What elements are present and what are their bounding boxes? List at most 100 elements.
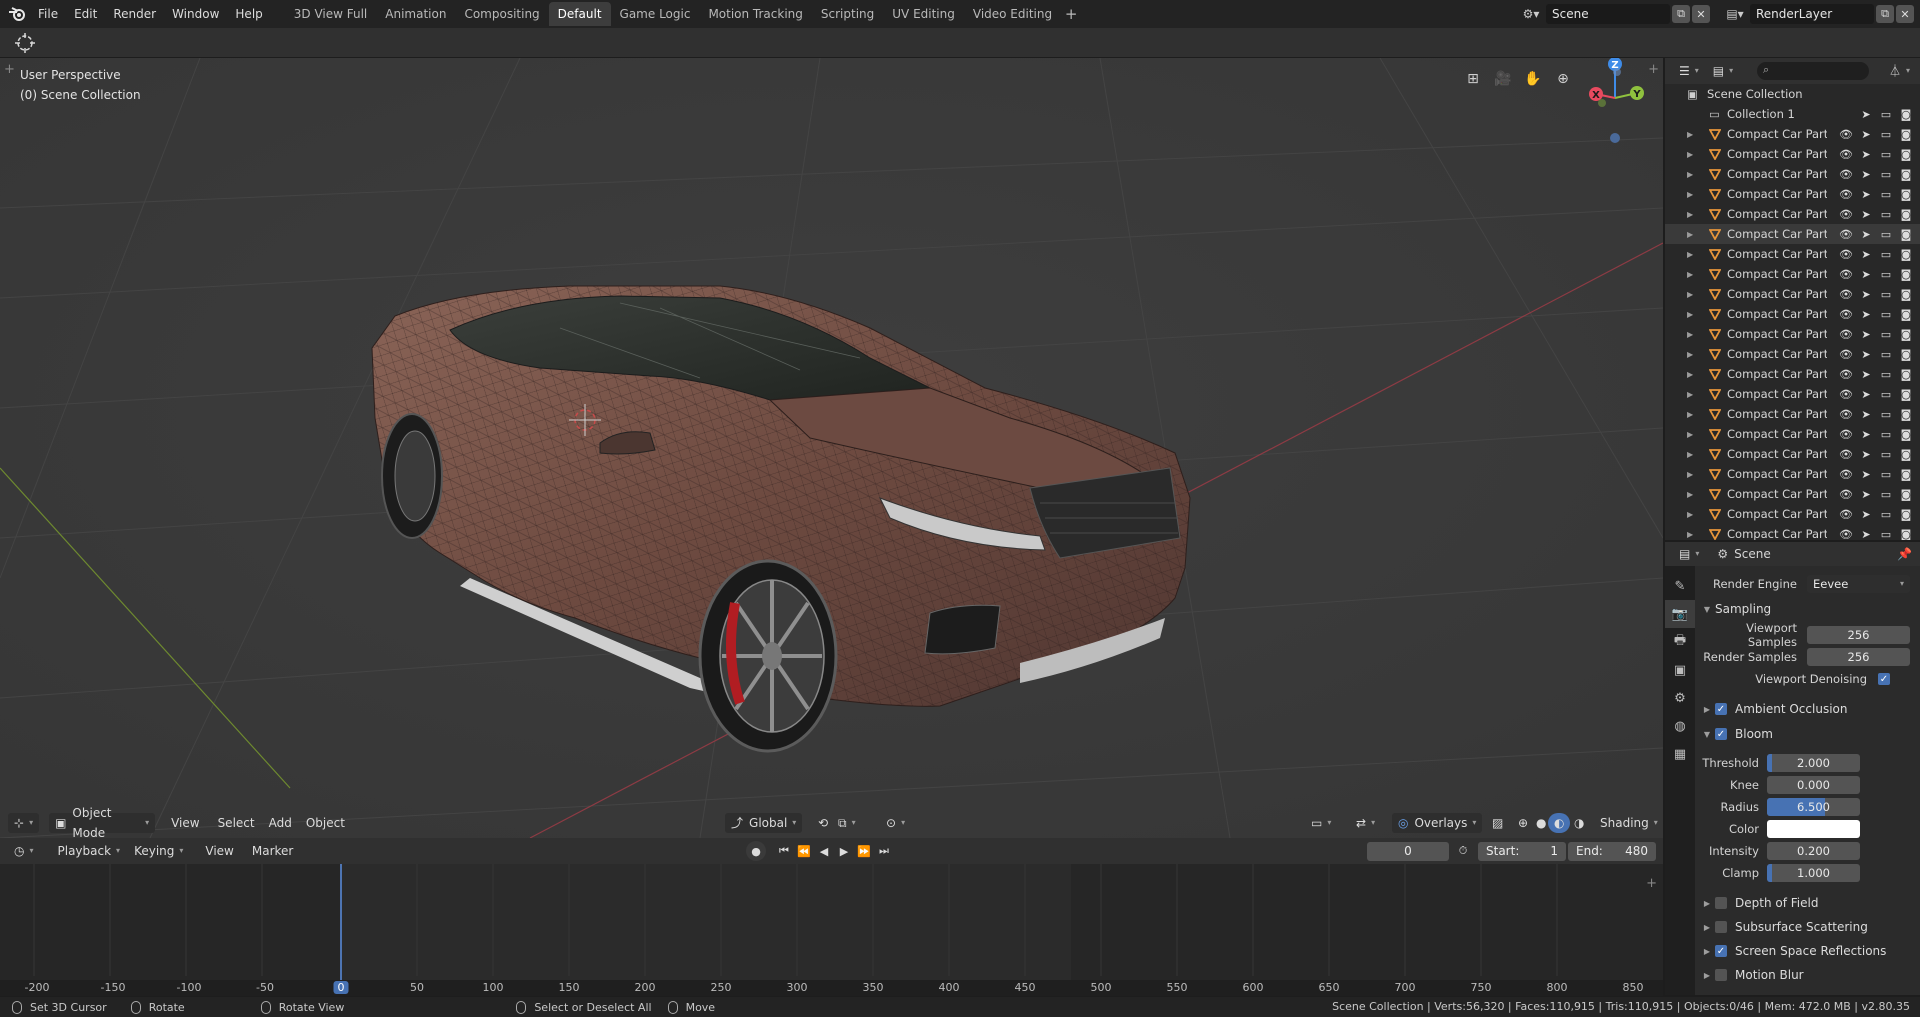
tab-output-icon[interactable]: 🖶 [1665, 628, 1695, 656]
selectable-arrow-icon[interactable]: ➤ [1856, 488, 1876, 501]
visibility-eye-icon[interactable]: 👁 [1836, 508, 1856, 521]
tab-world-icon[interactable]: ◍ [1665, 712, 1695, 740]
selectable-arrow-icon[interactable]: ➤ [1856, 348, 1876, 361]
visibility-eye-icon[interactable]: 👁 [1836, 168, 1856, 181]
render-camera-icon[interactable]: ◙ [1896, 308, 1916, 321]
shading-rendered-icon[interactable]: ◑ [1568, 813, 1590, 833]
viewport-monitor-icon[interactable]: ▭ [1876, 248, 1896, 261]
selectable-arrow-icon[interactable]: ➤ [1856, 328, 1876, 341]
expand-arrow-icon[interactable]: ▶ [1687, 530, 1693, 539]
viewport-monitor-icon[interactable]: ▭ [1876, 428, 1896, 441]
ambient-occlusion-section[interactable]: ▶ ✓ Ambient Occlusion [1695, 698, 1920, 720]
expand-arrow-icon[interactable]: ▶ [1687, 170, 1693, 179]
subsurface-checkbox[interactable] [1715, 921, 1727, 933]
viewport-menu-select[interactable]: Select [212, 813, 261, 833]
threshold-slider[interactable]: 2.000 [1767, 754, 1860, 772]
outliner-object-row[interactable]: ▶ Compact Car Part.01 👁➤▭◙ [1665, 264, 1920, 284]
render-camera-icon[interactable]: ◙ [1896, 188, 1916, 201]
visibility-eye-icon[interactable]: 👁 [1836, 528, 1856, 541]
visibility-eye-icon[interactable]: 👁 [1836, 288, 1856, 301]
render-camera-icon[interactable]: ◙ [1896, 348, 1916, 361]
visibility-eye-icon[interactable]: 👁 [1836, 308, 1856, 321]
timeline-area[interactable]: + -200 -150 -100 -50 0 50 100 150 200 250 300 350 40… [0, 864, 1663, 996]
render-camera-icon[interactable]: ◙ [1896, 408, 1916, 421]
menu-help[interactable]: Help [227, 1, 270, 27]
expand-arrow-icon[interactable]: ▶ [1687, 410, 1693, 419]
render-camera-icon[interactable]: ◙ [1896, 368, 1916, 381]
visibility-eye-icon[interactable]: 👁 [1836, 148, 1856, 161]
render-camera-icon[interactable]: ◙ [1896, 528, 1916, 541]
object-mode-dropdown[interactable]: ▣ Object Mode ▾ [49, 806, 156, 840]
pan-hand-icon[interactable]: ✋ [1520, 66, 1546, 92]
outliner-object-row[interactable]: ▶ Compact Car Part.04 👁➤▭◙ [1665, 504, 1920, 524]
3d-viewport[interactable]: User Perspective (0) Scene Collection + … [0, 58, 1663, 838]
delete-scene-icon[interactable]: ✕ [1692, 5, 1710, 23]
expand-arrow-icon[interactable]: ▶ [1687, 510, 1693, 519]
selectable-arrow-icon[interactable]: ➤ [1856, 108, 1876, 121]
outliner-object-row[interactable]: ▶ Compact Car Part.03 👁➤▭◙ [1665, 424, 1920, 444]
selectable-arrow-icon[interactable]: ➤ [1856, 148, 1876, 161]
expand-arrow-icon[interactable]: ▶ [1687, 350, 1693, 359]
shading-dropdown[interactable]: Shading ▾ [1594, 813, 1664, 833]
timeline-menu-keying[interactable]: Keying ▾ [128, 841, 189, 861]
visibility-eye-icon[interactable]: 👁 [1836, 248, 1856, 261]
intensity-slider[interactable]: 0.200 [1767, 842, 1860, 860]
scene-browse-icon[interactable]: ⚙▾ [1516, 3, 1546, 25]
selectable-arrow-icon[interactable]: ➤ [1856, 248, 1876, 261]
selectable-arrow-icon[interactable]: ➤ [1856, 428, 1876, 441]
selectable-arrow-icon[interactable]: ➤ [1856, 448, 1876, 461]
camera-view-icon[interactable]: 🎥 [1490, 66, 1516, 92]
expand-arrow-icon[interactable]: ▶ [1687, 330, 1693, 339]
viewport-monitor-icon[interactable]: ▭ [1876, 408, 1896, 421]
editor-type-button[interactable]: ⊹ ▾ [8, 813, 40, 833]
current-frame-field[interactable]: 0 [1367, 842, 1449, 861]
visibility-eye-icon[interactable]: 👁 [1836, 188, 1856, 201]
render-camera-icon[interactable]: ◙ [1896, 148, 1916, 161]
viewport-samples-field[interactable]: 256 [1807, 626, 1910, 644]
selectable-arrow-icon[interactable]: ➤ [1856, 468, 1876, 481]
tab-tool-icon[interactable]: ✎ [1665, 572, 1695, 600]
selectable-arrow-icon[interactable]: ➤ [1856, 508, 1876, 521]
color-swatch[interactable] [1767, 820, 1860, 838]
render-camera-icon[interactable]: ◙ [1896, 488, 1916, 501]
jump-start-icon[interactable]: ⏮ [774, 841, 794, 861]
visibility-eye-icon[interactable]: 👁 [1836, 448, 1856, 461]
tab-animation[interactable]: Animation [376, 2, 455, 26]
bloom-section[interactable]: ▼ ✓ Bloom [1695, 723, 1920, 745]
outliner-search-input[interactable]: ⌕ [1757, 62, 1869, 80]
new-scene-icon[interactable]: ⧉ [1672, 5, 1690, 23]
selectable-arrow-icon[interactable]: ➤ [1856, 368, 1876, 381]
viewport-monitor-icon[interactable]: ▭ [1876, 128, 1896, 141]
timeline-menu-playback[interactable]: Playback ▾ [52, 841, 127, 861]
sampling-section[interactable]: ▼ Sampling [1695, 598, 1920, 620]
render-samples-field[interactable]: 256 [1807, 648, 1910, 666]
viewport-monitor-icon[interactable]: ▭ [1876, 188, 1896, 201]
transform-orientation-dropdown[interactable]: ⤴ Global ▾ [725, 813, 803, 833]
menu-file[interactable]: File [30, 1, 66, 27]
viewport-menu-object[interactable]: Object [300, 813, 351, 833]
record-icon[interactable]: ● [746, 841, 766, 861]
outliner-object-row[interactable]: ▶ Compact Car Part.01 👁➤▭◙ [1665, 224, 1920, 244]
view-object-types-icon[interactable]: ▭ ▾ [1305, 813, 1337, 833]
expand-arrow-icon[interactable]: ▶ [1687, 210, 1693, 219]
expand-arrow-icon[interactable]: ▶ [1687, 450, 1693, 459]
outliner-object-row[interactable]: ▶ Compact Car Part.03 👁➤▭◙ [1665, 484, 1920, 504]
outliner-object-row[interactable]: ▶ Compact Car Part.01 👁➤▭◙ [1665, 204, 1920, 224]
pin-icon[interactable]: 📌 [1897, 547, 1912, 561]
outliner-object-row[interactable]: ▶ Compact Car Part.00 👁➤▭◙ [1665, 184, 1920, 204]
ssr-section[interactable]: ▶ ✓ Screen Space Reflections [1695, 940, 1920, 962]
render-camera-icon[interactable]: ◙ [1896, 468, 1916, 481]
render-camera-icon[interactable]: ◙ [1896, 168, 1916, 181]
render-camera-icon[interactable]: ◙ [1896, 208, 1916, 221]
render-camera-icon[interactable]: ◙ [1896, 388, 1916, 401]
properties-editor-type-icon[interactable]: ▤ ▾ [1673, 544, 1705, 564]
render-camera-icon[interactable]: ◙ [1896, 288, 1916, 301]
visibility-eye-icon[interactable]: 👁 [1836, 128, 1856, 141]
selectable-arrow-icon[interactable]: ➤ [1856, 528, 1876, 541]
jump-keyframe-forward-icon[interactable]: ⏩ [854, 841, 874, 861]
outliner-object-row[interactable]: ▶ Compact Car Part.02 👁➤▭◙ [1665, 404, 1920, 424]
visibility-eye-icon[interactable]: 👁 [1836, 468, 1856, 481]
tab-render-icon[interactable]: 📷 [1665, 600, 1695, 628]
navigation-gizmo[interactable]: Z Y X [1582, 58, 1662, 143]
selectable-arrow-icon[interactable]: ➤ [1856, 208, 1876, 221]
